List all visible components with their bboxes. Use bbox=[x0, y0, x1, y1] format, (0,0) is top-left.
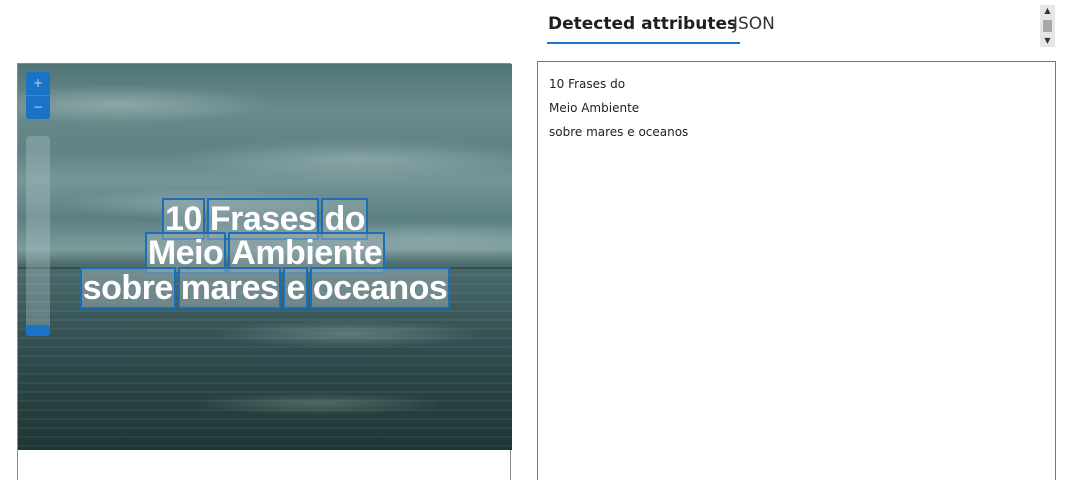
scroll-down-arrow-icon[interactable]: ▼ bbox=[1040, 35, 1055, 47]
image-preview-panel: 10 Frases do Meio Ambiente sobre mares e ocean… bbox=[17, 63, 512, 480]
detected-word-box[interactable]: oceanos bbox=[309, 267, 451, 309]
result-line-2: Meio Ambiente bbox=[549, 101, 640, 115]
detected-word-box[interactable]: e bbox=[283, 267, 308, 309]
result-line-1: 10 Frases do bbox=[549, 77, 626, 91]
ocean-photo: 10 Frases do Meio Ambiente sobre mares e ocean… bbox=[18, 64, 512, 450]
zoom-slider-track[interactable] bbox=[26, 136, 50, 336]
plus-icon: + bbox=[32, 76, 44, 90]
zoom-controls: + − bbox=[26, 72, 50, 119]
zoom-slider-thumb[interactable] bbox=[26, 325, 50, 336]
scroll-up-arrow-icon[interactable]: ▲ bbox=[1040, 5, 1055, 17]
tab-detected-attributes[interactable]: Detected attributes bbox=[547, 14, 741, 44]
zoom-in-button[interactable]: + bbox=[26, 72, 50, 96]
overlay-line-1: 10 Frases do bbox=[18, 198, 512, 240]
detected-word-box[interactable]: sobre bbox=[79, 267, 176, 309]
tabs-scrollbar[interactable]: ▲ ▼ bbox=[1040, 5, 1055, 47]
result-line-3: sobre mares e oceanos bbox=[549, 125, 689, 139]
overlay-line-2: Meio Ambiente bbox=[18, 232, 512, 274]
minus-icon: − bbox=[32, 100, 44, 114]
scrollbar-thumb[interactable] bbox=[1043, 20, 1052, 32]
zoom-out-button[interactable]: − bbox=[26, 96, 50, 119]
detected-word-box[interactable]: mares bbox=[177, 267, 282, 309]
tab-json[interactable]: JSON bbox=[733, 14, 775, 42]
detected-text-output: 10 Frases do Meio Ambiente sobre mares e… bbox=[537, 61, 1056, 480]
overlay-line-3: sobre mares e oceanos bbox=[18, 267, 512, 309]
